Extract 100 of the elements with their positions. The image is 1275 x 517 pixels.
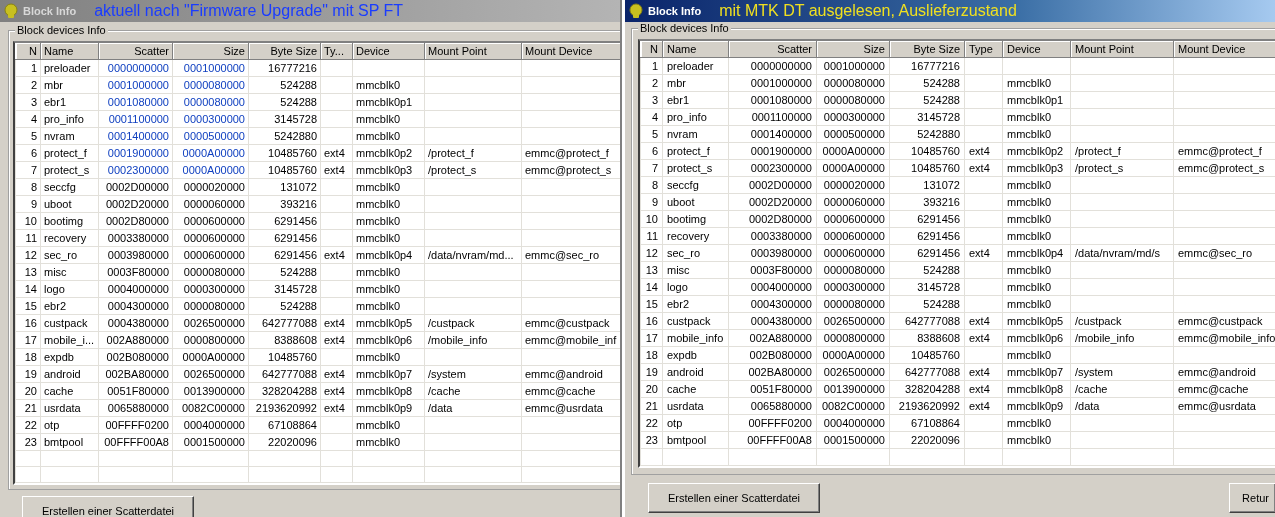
table-cell: 524288	[923, 94, 960, 106]
table-cell: /system	[1075, 366, 1113, 378]
table-cell: mmcblk0	[356, 181, 400, 193]
table-cell: 0000060000	[183, 198, 245, 210]
table-cell: 0026500000	[183, 368, 245, 380]
column-header[interactable]: Name	[40, 43, 99, 60]
table-cell: 0002D20000	[106, 198, 169, 210]
table-cell: 17	[645, 332, 658, 344]
column-header[interactable]: Device	[352, 43, 425, 60]
table-cell: mmcblk0	[356, 79, 400, 91]
column-header[interactable]: Type	[964, 41, 1003, 58]
column-header[interactable]: Mount Device	[1173, 41, 1275, 58]
table-cell: mmcblk0	[356, 232, 400, 244]
table-cell: 10485760	[911, 162, 960, 174]
table-cell: 393216	[280, 198, 317, 210]
table-cell: ebr1	[667, 94, 690, 106]
column-header[interactable]: Scatter	[728, 41, 817, 58]
table-cell: 0001500000	[823, 434, 885, 446]
table-cell: 131072	[923, 179, 960, 191]
table-cell: mmcblk0	[1007, 434, 1051, 446]
table-cell: protect_s	[44, 164, 90, 176]
table-cell: 0002D80000	[749, 213, 812, 225]
table-cell: ext4	[324, 334, 345, 346]
table-cell: bootimg	[44, 215, 84, 227]
column-header[interactable]: Byte Size	[889, 41, 965, 58]
table-cell: /mobile_info	[428, 334, 488, 346]
table-cell: mmcblk0	[356, 215, 400, 227]
column-header[interactable]: Byte Size	[248, 43, 321, 60]
table-cell: /cache	[428, 385, 461, 397]
annotation-text: mit MTK DT ausgelesen, Auslieferzustand	[719, 2, 1017, 20]
table-cell: protect_s	[667, 162, 713, 174]
table-cell: 12	[24, 249, 37, 261]
table-cell: 642777088	[904, 366, 960, 378]
action-button[interactable]: Erstellen einer Scatterdatei	[22, 496, 194, 517]
action-button[interactable]: Erstellen einer Scatterdatei	[648, 483, 820, 513]
column-header[interactable]: Size	[816, 41, 890, 58]
table-cell: 00FFFF00A8	[747, 434, 812, 446]
table-cell: 22	[645, 417, 658, 429]
table-cell: 0002D20000	[749, 196, 812, 208]
table-cell: emmc@cache	[1178, 383, 1249, 395]
table-cell: 6291456	[274, 249, 317, 261]
table-cell: 0000A00000	[822, 162, 885, 174]
column-header[interactable]: Mount Point	[424, 43, 522, 60]
table-cell: emmc@android	[1178, 366, 1256, 378]
table-cell: mmcblk0p1	[356, 96, 413, 108]
table-cell: emmc@mobile_inf	[525, 334, 617, 346]
annotation-text: aktuell nach "Firmware Upgrade" mit SP FT	[94, 2, 404, 20]
group-label: Block devices Info	[638, 22, 731, 35]
table-cell: 6	[651, 145, 658, 157]
table-cell: 0000500000	[183, 130, 245, 142]
table-cell: preloader	[44, 62, 91, 74]
table-cell: 0001900000	[107, 147, 169, 159]
table-cell: mmcblk0p6	[1007, 332, 1064, 344]
table-cell: mmcblk0	[356, 436, 400, 448]
column-header[interactable]: Name	[662, 41, 729, 58]
table-cell: 10485760	[911, 349, 960, 361]
table-cell: bmtpool	[667, 434, 707, 446]
table-cell: mmcblk0p7	[1007, 366, 1064, 378]
column-header[interactable]: Size	[172, 43, 249, 60]
column-header[interactable]: Device	[1002, 41, 1071, 58]
table-cell: mmcblk0	[1007, 213, 1051, 225]
table-cell: preloader	[667, 60, 714, 72]
table-cell: mbr	[667, 77, 686, 89]
column-header[interactable]: N	[15, 43, 41, 60]
table-cell: 0001000000	[183, 62, 245, 74]
table-cell: ext4	[324, 164, 345, 176]
table-cell: /mobile_info	[1075, 332, 1135, 344]
table-cell: mmcblk0	[1007, 349, 1051, 361]
table-cell: 3145728	[274, 113, 317, 125]
table-cell: 6291456	[917, 247, 960, 259]
table-cell: 0003F80000	[107, 266, 169, 278]
column-header[interactable]: Scatter	[98, 43, 173, 60]
table-cell: 10485760	[268, 164, 317, 176]
table-cell: mmcblk0p7	[356, 368, 413, 380]
table-cell: 23	[645, 434, 658, 446]
table-cell: 0003F80000	[750, 264, 812, 276]
table-cell: 0000A00000	[182, 164, 245, 176]
table-cell: 16	[24, 317, 37, 329]
table-cell: 0000600000	[183, 249, 245, 261]
column-header[interactable]: Ty...	[320, 43, 353, 60]
column-header[interactable]: Mount Point	[1070, 41, 1174, 58]
table-cell: mmcblk0p4	[356, 249, 413, 261]
table-cell: mmcblk0	[356, 266, 400, 278]
column-header[interactable]: Mount Device	[521, 43, 620, 60]
table-cell: /protect_s	[428, 164, 477, 176]
table-cell: 524288	[923, 298, 960, 310]
action-button[interactable]: Retur	[1229, 483, 1275, 513]
table-cell: 0013900000	[183, 385, 245, 397]
table-cell: mmcblk0	[356, 130, 400, 142]
table-cell: ext4	[324, 385, 345, 397]
table-cell: mmcblk0p8	[356, 385, 413, 397]
table-cell: 12	[645, 247, 658, 259]
table-cell: mmcblk0	[356, 300, 400, 312]
table-cell: 0004000000	[823, 417, 885, 429]
table-cell: protect_f	[44, 147, 87, 159]
table-cell: 0000060000	[823, 196, 885, 208]
table-cell: 0000000000	[750, 60, 812, 72]
table-cell: 10485760	[268, 147, 317, 159]
column-header[interactable]: N	[640, 41, 663, 58]
table-cell: emmc@android	[525, 368, 603, 380]
